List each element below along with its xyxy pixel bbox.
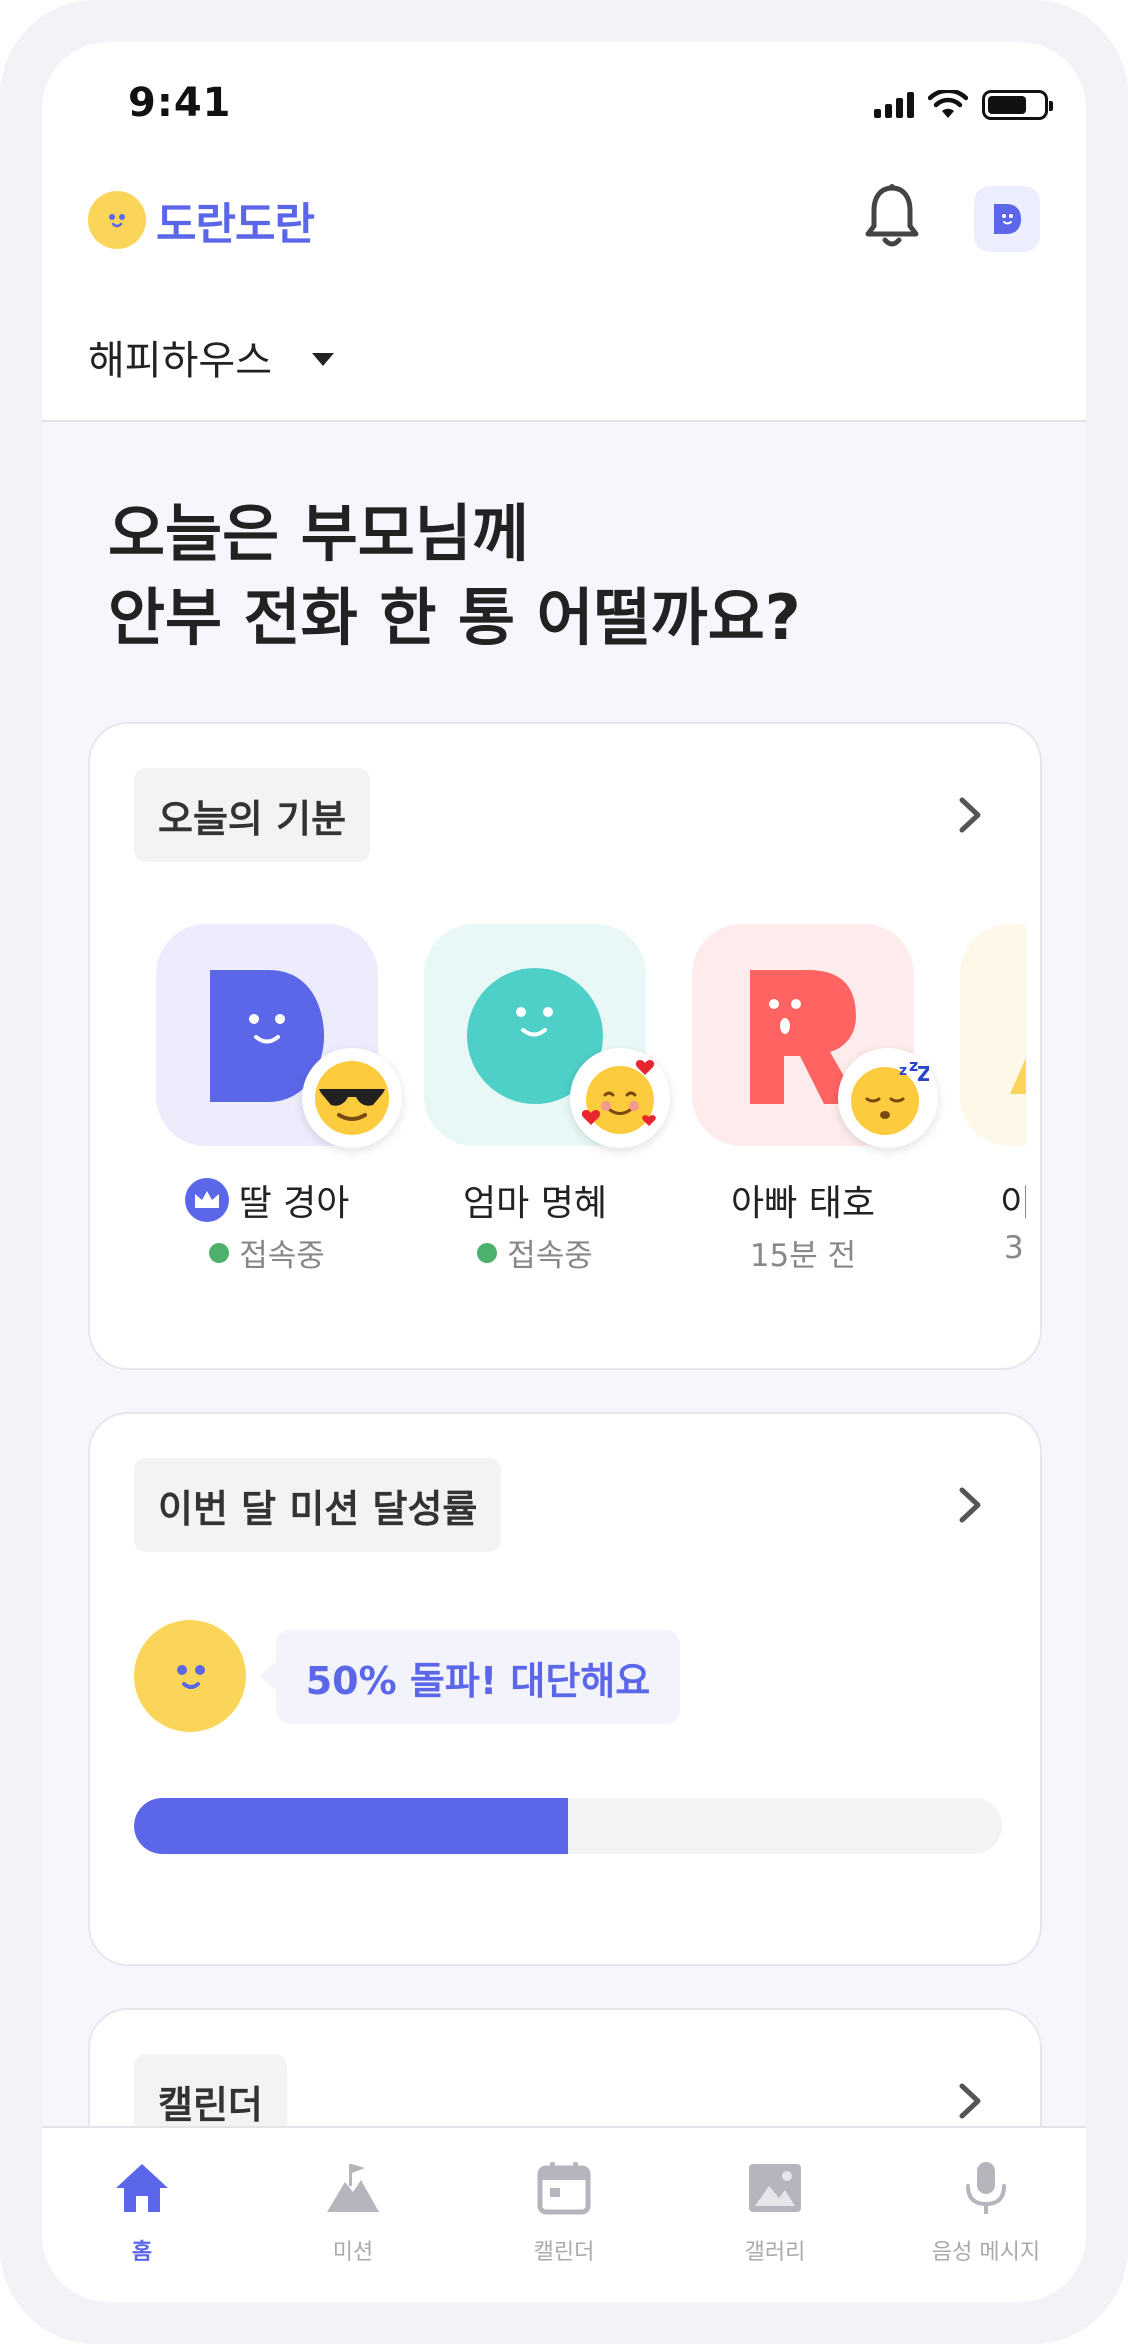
mood-emoji-icon [302, 1048, 402, 1148]
greeting-headline: 오늘은 부모님께 안부 전화 한 통 어떨까요? [108, 492, 801, 660]
mission-progress-bar [134, 1798, 1002, 1854]
headline-line1: 오늘은 부모님께 [108, 497, 529, 570]
mountain-flag-icon [327, 2164, 379, 2212]
wifi-icon [928, 90, 968, 118]
member-status: 15분 전 [749, 1238, 857, 1274]
status-icons [874, 90, 1053, 120]
chevron-right-icon[interactable] [956, 796, 984, 834]
bell-icon[interactable] [862, 182, 922, 252]
member-name-row: 이 [960, 1174, 1026, 1226]
member-status-row: 접속중 [404, 1230, 666, 1275]
member-status: 접속중 [507, 1238, 593, 1274]
member-status: 접속중 [239, 1238, 325, 1274]
mood-item-mom[interactable]: 엄마 명혜 접속중 [424, 924, 670, 1274]
member-name: 이 [1000, 1174, 1026, 1226]
tab-label: 캘린더 [533, 2240, 595, 2265]
profile-button[interactable] [974, 186, 1040, 252]
member-status-row: 접속중 [156, 1230, 398, 1275]
mission-card-title: 이번 달 미션 달성률 [134, 1458, 502, 1552]
avatar-icon [994, 204, 1021, 234]
mission-message: 50% 돌파! 대단해요 [260, 1630, 680, 1724]
app-name: 도란도란 [156, 199, 315, 250]
house-name: 해피하우스 [88, 338, 272, 384]
mood-card-title: 오늘의 기분 [134, 768, 371, 862]
caret-down-icon [312, 352, 334, 366]
tab-home[interactable]: 홈 [62, 2158, 222, 2266]
mood-item-dad[interactable]: z z Z 아빠 태호 15분 전 [692, 924, 938, 1274]
tab-label: 미션 [332, 2240, 374, 2265]
microphone-icon [966, 2162, 1006, 2214]
member-status: 3 [1004, 1230, 1024, 1266]
app-screen: 9:41 도란도란 해피하우스 오늘은 부모님께 안부 전화 한 통 어떨까요?… [42, 42, 1086, 2302]
mission-progress-fill [134, 1798, 568, 1854]
device-frame: 9:41 도란도란 해피하우스 오늘은 부모님께 안부 전화 한 통 어떨까요?… [0, 0, 1128, 2344]
chevron-right-icon[interactable] [956, 1486, 984, 1524]
bottom-tab-bar: 홈 미션 캘린더 갤러리 음성 메시지 [42, 2126, 1086, 2302]
member-name-row: 딸 경아 [156, 1174, 398, 1226]
member-name: 엄마 명혜 [463, 1183, 607, 1224]
tab-label: 음성 메시지 [931, 2240, 1041, 2265]
member-avatar [960, 924, 1026, 1146]
mood-emoji-icon [570, 1048, 670, 1148]
top-header: 9:41 도란도란 해피하우스 [42, 42, 1086, 422]
tab-label: 갤러리 [744, 2240, 806, 2265]
member-name-row: 엄마 명혜 [404, 1174, 666, 1226]
house-selector[interactable]: 해피하우스 [88, 328, 334, 386]
chevron-right-icon[interactable] [956, 2082, 984, 2120]
mood-list: 딸 경아 접속중 엄마 명혜 접속중 z z 아빠 태호 15분 전 3 [156, 924, 1026, 1284]
home-icon [116, 2164, 168, 2212]
crown-icon [184, 1178, 229, 1222]
member-name: 딸 경아 [238, 1183, 350, 1224]
calendar-icon [537, 2162, 591, 2215]
tab-mission[interactable]: 미션 [273, 2158, 433, 2266]
online-dot [477, 1242, 498, 1263]
logo-face-icon [88, 191, 146, 249]
battery-icon [982, 90, 1053, 120]
tab-label: 홈 [131, 2240, 153, 2265]
member-status-row: 3 [960, 1230, 1026, 1266]
mood-card[interactable]: 오늘의 기분 딸 경아 접속중 엄마 명혜 접속중 z z 아빠 태호 15분 … [88, 722, 1042, 1370]
mascot-face-icon [134, 1620, 246, 1732]
tab-calendar[interactable]: 캘린더 [484, 2158, 644, 2266]
member-name-row: 아빠 태호 [672, 1174, 934, 1226]
member-name: 아빠 태호 [731, 1183, 875, 1224]
svg-text:z: z [899, 1063, 907, 1079]
cellular-signal-icon [874, 92, 914, 118]
mood-item-partial[interactable]: 이 3 [960, 924, 1026, 1266]
image-icon [749, 2164, 801, 2212]
status-time: 9:41 [128, 80, 232, 126]
online-dot [209, 1242, 230, 1263]
headline-line2: 안부 전화 한 통 어떨까요? [108, 581, 801, 654]
mood-item-daughter[interactable]: 딸 경아 접속중 [156, 924, 402, 1274]
svg-text:Z: Z [917, 1062, 929, 1086]
mission-card[interactable]: 이번 달 미션 달성률 50% 돌파! 대단해요 [88, 1412, 1042, 1966]
tab-gallery[interactable]: 갤러리 [695, 2158, 855, 2266]
tab-voice-message[interactable]: 음성 메시지 [906, 2158, 1066, 2266]
app-logo[interactable]: 도란도란 [88, 188, 315, 252]
mood-emoji-icon: z z Z [838, 1048, 938, 1148]
member-status-row: 15분 전 [672, 1230, 934, 1275]
